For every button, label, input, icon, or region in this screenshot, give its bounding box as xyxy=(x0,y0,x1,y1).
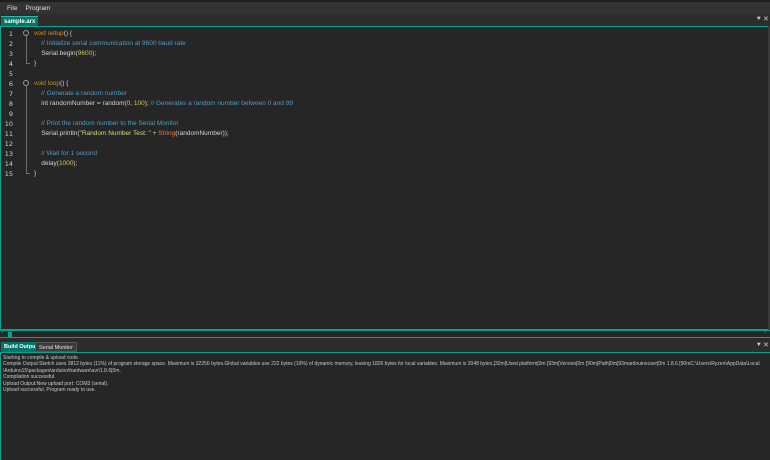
code-line: delay(1000); xyxy=(34,160,78,167)
code-editor[interactable]: 1 2 3 4 5 6 7 8 9 10 11 12 13 14 15 void setup() { // … xyxy=(0,26,768,330)
line-number: 1 xyxy=(8,30,13,38)
close-icon[interactable]: ✕ xyxy=(763,16,769,24)
horizontal-scrollbar[interactable]: ‹ › xyxy=(0,330,770,338)
line-number: 11 xyxy=(4,130,13,138)
fold-guide-end xyxy=(26,63,30,64)
fold-guide xyxy=(26,36,27,63)
code-line: } xyxy=(34,60,37,67)
line-number: 6 xyxy=(8,80,13,88)
build-output-panel[interactable]: Starting to compile & upload code. Compi… xyxy=(0,352,770,460)
pin-icon[interactable]: ⯆ xyxy=(756,342,762,350)
tab-sample-arx[interactable]: sample.arx xyxy=(1,16,39,26)
line-number: 13 xyxy=(4,150,13,158)
line-number: 8 xyxy=(8,100,13,108)
menu-bar: File Program xyxy=(0,0,770,14)
code-line: // Print the random number to the Serial… xyxy=(41,120,179,127)
line-number: 12 xyxy=(4,140,13,148)
line-number: 9 xyxy=(8,110,13,118)
line-number: 4 xyxy=(8,60,13,68)
code-line: void loop() { xyxy=(34,80,69,87)
tab-serial-monitor[interactable]: Serial Monitor xyxy=(35,342,77,352)
code-line: Serial.begin(9600); xyxy=(34,50,97,57)
menu-program[interactable]: Program xyxy=(21,5,54,12)
line-number: 14 xyxy=(4,160,13,168)
output-line: Upload successful. Program ready to use. xyxy=(3,387,96,394)
code-line: } xyxy=(34,170,37,177)
output-line: Compile Output:Sketch uses 3812 bytes (1… xyxy=(3,361,760,368)
line-number: 10 xyxy=(4,120,13,128)
fold-guide-end xyxy=(26,173,30,174)
code-line: Serial.println("Random Number Test: " + … xyxy=(34,130,229,137)
editor-tab-bar: sample.arx ⯆ ✕ xyxy=(0,14,770,26)
line-number: 3 xyxy=(8,50,13,58)
code-line: // Initialize serial communication at 96… xyxy=(41,40,186,47)
code-line: int randomNumber = random(0, 100); // Ge… xyxy=(34,100,293,107)
pin-icon[interactable]: ⯆ xyxy=(756,16,762,24)
code-line: // Wait for 1 second xyxy=(41,150,97,157)
scroll-left-icon[interactable]: ‹ xyxy=(1,330,3,336)
code-line: void setup() { xyxy=(34,30,72,37)
line-number: 2 xyxy=(8,40,13,48)
code-line: // Generate a random number xyxy=(41,90,127,97)
line-number-gutter: 1 2 3 4 5 6 7 8 9 10 11 12 13 14 15 xyxy=(1,27,23,329)
scrollbar-thumb[interactable] xyxy=(8,332,12,337)
scroll-right-icon[interactable]: › xyxy=(764,330,766,336)
line-number: 15 xyxy=(4,170,13,178)
close-icon[interactable]: ✕ xyxy=(763,342,769,350)
line-number: 5 xyxy=(8,70,13,78)
menu-file[interactable]: File xyxy=(3,5,21,12)
output-tab-bar: Build Output Serial Monitor ⯆ ✕ xyxy=(0,341,770,352)
line-number: 7 xyxy=(8,90,13,98)
fold-guide xyxy=(26,86,27,173)
